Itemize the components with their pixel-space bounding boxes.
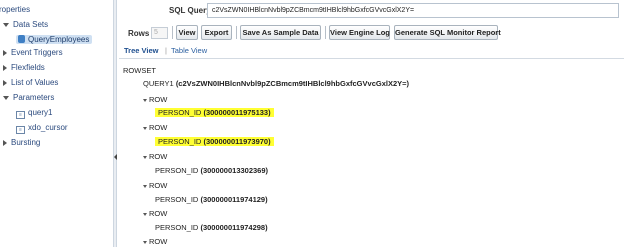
collapse-row-icon[interactable]	[143, 155, 147, 159]
sidebar-item-label: Flexfields	[11, 63, 45, 72]
dataset-icon	[18, 35, 25, 43]
tree-row[interactable]: ROW	[143, 209, 167, 219]
field-value: (300000011973970)	[203, 137, 271, 146]
field-value: (300000011975133)	[203, 108, 271, 117]
tree-query-id: (c2VsZWN0IHBlcnNvbl9pZCBmcm9tIHBlcl9hbGx…	[175, 79, 410, 88]
rows-input[interactable]: 5	[151, 27, 168, 39]
data-model-sidebar: roperties Data Sets QueryEmployees Event…	[0, 0, 113, 247]
expand-down-icon[interactable]	[3, 22, 9, 27]
field-value: (300000011974129)	[200, 195, 268, 204]
tree-query1: QUERY1 (c2VsZWN0IHBlcnNvbl9pZCBmcm9tIHBl…	[143, 79, 409, 89]
expand-right-icon[interactable]	[3, 79, 7, 86]
view-button[interactable]: View	[176, 25, 198, 40]
tree-field: PERSON_ID (300000011974298)	[155, 223, 268, 233]
tree-row[interactable]: ROW	[143, 123, 167, 133]
collapse-row-icon[interactable]	[143, 184, 147, 188]
sidebar-item-label: Bursting	[11, 138, 41, 147]
export-button[interactable]: Export	[201, 25, 232, 40]
tree-field: PERSON_ID (300000011975133)	[155, 108, 274, 118]
sidebar-item-properties[interactable]: roperties	[0, 4, 30, 16]
tree-row-label: ROW	[149, 237, 168, 246]
sidebar-item-label: query1	[28, 108, 53, 117]
sidebar-item-flexfields[interactable]: Flexfields	[3, 62, 45, 74]
sidebar-item-parameters[interactable]: Parameters	[3, 92, 54, 104]
collapse-row-icon[interactable]	[143, 98, 147, 102]
sidebar-item-query-employees[interactable]: QueryEmployees	[16, 34, 93, 46]
save-as-sample-data-button[interactable]: Save As Sample Data	[240, 25, 321, 40]
tree-row-label: ROW	[149, 152, 168, 161]
collapse-row-icon[interactable]	[143, 212, 147, 216]
person-id-highlight: PERSON_ID (300000011973970)	[155, 137, 274, 146]
sidebar-item-query1[interactable]: ≡ query1	[16, 107, 52, 119]
parameter-icon: ≡	[16, 126, 25, 134]
sql-query-field[interactable]: c2VsZWN0IHBlcnNvbl9pZCBmcm9tIHBlcl9hbGxf…	[207, 3, 619, 18]
sidebar-item-label: roperties	[0, 5, 31, 14]
tree-row[interactable]: ROW	[143, 95, 167, 105]
tab-table-view[interactable]: Table View	[171, 46, 207, 55]
parameter-icon: ≡	[16, 111, 25, 119]
tree-field: PERSON_ID (300000013302369)	[155, 166, 268, 176]
tree-row-label: ROW	[149, 209, 168, 218]
tab-separator: |	[165, 46, 167, 55]
generate-sql-monitor-report-button[interactable]: Generate SQL Monitor Report	[394, 25, 501, 40]
tree-row-label: ROW	[149, 95, 168, 104]
rows-label: Rows	[128, 29, 150, 38]
expand-right-icon[interactable]	[3, 49, 7, 56]
field-label: PERSON_ID	[158, 108, 202, 117]
tab-underline	[119, 58, 624, 59]
toolbar-separator	[325, 26, 326, 39]
field-label: PERSON_ID	[155, 223, 199, 232]
collapse-row-icon[interactable]	[143, 126, 147, 130]
expand-right-icon[interactable]	[3, 64, 7, 71]
field-label: PERSON_ID	[155, 166, 199, 175]
collapse-row-icon[interactable]	[143, 240, 147, 244]
collapse-left-icon[interactable]	[114, 154, 117, 160]
toolbar-separator	[172, 26, 173, 39]
field-label: PERSON_ID	[158, 137, 202, 146]
sidebar-item-data-sets[interactable]: Data Sets	[3, 19, 48, 31]
field-label: PERSON_ID	[155, 195, 199, 204]
panel-splitter[interactable]	[113, 0, 117, 247]
tree-field: PERSON_ID (300000011973970)	[155, 137, 274, 147]
sidebar-item-label: List of Values	[11, 78, 59, 87]
tree-rowset: ROWSET	[123, 66, 156, 75]
sql-query-label: SQL Query	[169, 6, 211, 15]
view-engine-log-button[interactable]: View Engine Log	[329, 25, 390, 40]
sidebar-item-list-of-values[interactable]: List of Values	[3, 77, 58, 89]
toolbar-separator	[236, 26, 237, 39]
expand-down-icon[interactable]	[3, 95, 9, 100]
field-value: (300000011974298)	[200, 223, 268, 232]
tree-row-label: ROW	[149, 181, 168, 190]
sidebar-item-bursting[interactable]: Bursting	[3, 137, 40, 149]
sidebar-item-label: Event Triggers	[11, 48, 63, 57]
tree-field: PERSON_ID (300000011974129)	[155, 195, 268, 205]
sidebar-item-label: Parameters	[13, 93, 55, 102]
sidebar-item-label: xdo_cursor	[28, 123, 68, 132]
tab-tree-view[interactable]: Tree View	[124, 46, 158, 55]
sidebar-item-xdo-cursor[interactable]: ≡ xdo_cursor	[16, 122, 68, 134]
expand-right-icon[interactable]	[3, 139, 7, 146]
sidebar-item-event-triggers[interactable]: Event Triggers	[3, 47, 63, 59]
tree-row[interactable]: ROW	[143, 237, 167, 247]
field-value: (300000013302369)	[200, 166, 269, 175]
tree-row[interactable]: ROW	[143, 181, 167, 191]
tree-row-label: ROW	[149, 123, 168, 132]
sidebar-item-label: QueryEmployees	[28, 35, 90, 44]
tree-row[interactable]: ROW	[143, 152, 167, 162]
person-id-highlight: PERSON_ID (300000011975133)	[155, 108, 274, 117]
sidebar-item-label: Data Sets	[13, 20, 49, 29]
tree-query-label: QUERY1	[143, 79, 174, 88]
